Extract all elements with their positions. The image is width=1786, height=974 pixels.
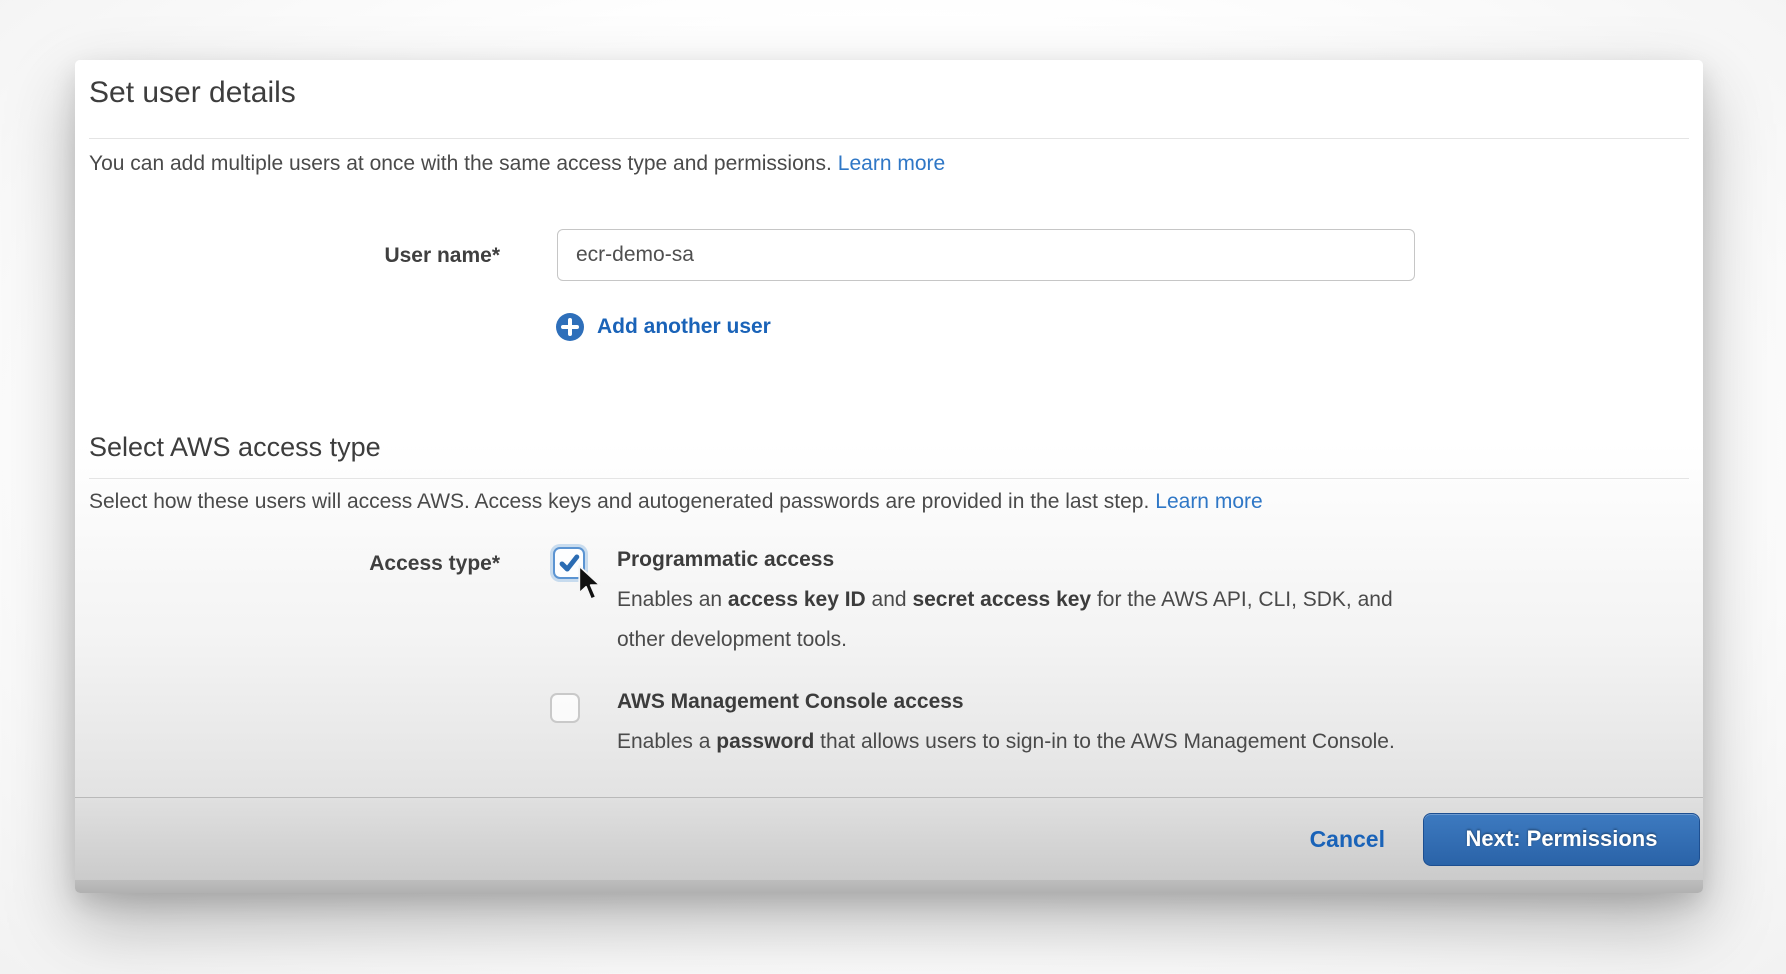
divider [89,138,1689,139]
console-access-checkbox[interactable] [550,693,580,723]
access-type-intro-text: Select how these users will access AWS. … [89,490,1149,513]
divider [89,478,1689,479]
access-type-intro: Select how these users will access AWS. … [89,490,1263,514]
console-access-description: Enables a password that allows users to … [617,722,1647,762]
add-user-card: Set user details You can add multiple us… [75,60,1703,893]
page-title: Set user details [89,76,296,110]
console-access-title: AWS Management Console access [617,690,964,714]
add-another-user-button[interactable]: Add another user [555,312,771,342]
add-another-user-label: Add another user [597,315,771,339]
footer-strip [75,880,1703,893]
next-permissions-button[interactable]: Next: Permissions [1423,813,1700,866]
section-title-access-type: Select AWS access type [89,432,381,463]
cancel-button[interactable]: Cancel [1310,826,1385,853]
user-details-intro: You can add multiple users at once with … [89,152,945,176]
plus-circle-icon [555,312,585,342]
user-name-input[interactable] [557,229,1415,281]
learn-more-link[interactable]: Learn more [1155,490,1262,513]
access-type-label: Access type* [75,552,500,576]
programmatic-access-description: Enables an access key ID and secret acce… [617,580,1647,660]
learn-more-link[interactable]: Learn more [838,152,945,175]
mouse-cursor-icon [577,565,604,602]
user-name-label: User name* [75,244,500,268]
user-details-intro-text: You can add multiple users at once with … [89,152,832,175]
footer-bar: Cancel Next: Permissions [75,797,1703,880]
programmatic-access-title: Programmatic access [617,548,834,572]
